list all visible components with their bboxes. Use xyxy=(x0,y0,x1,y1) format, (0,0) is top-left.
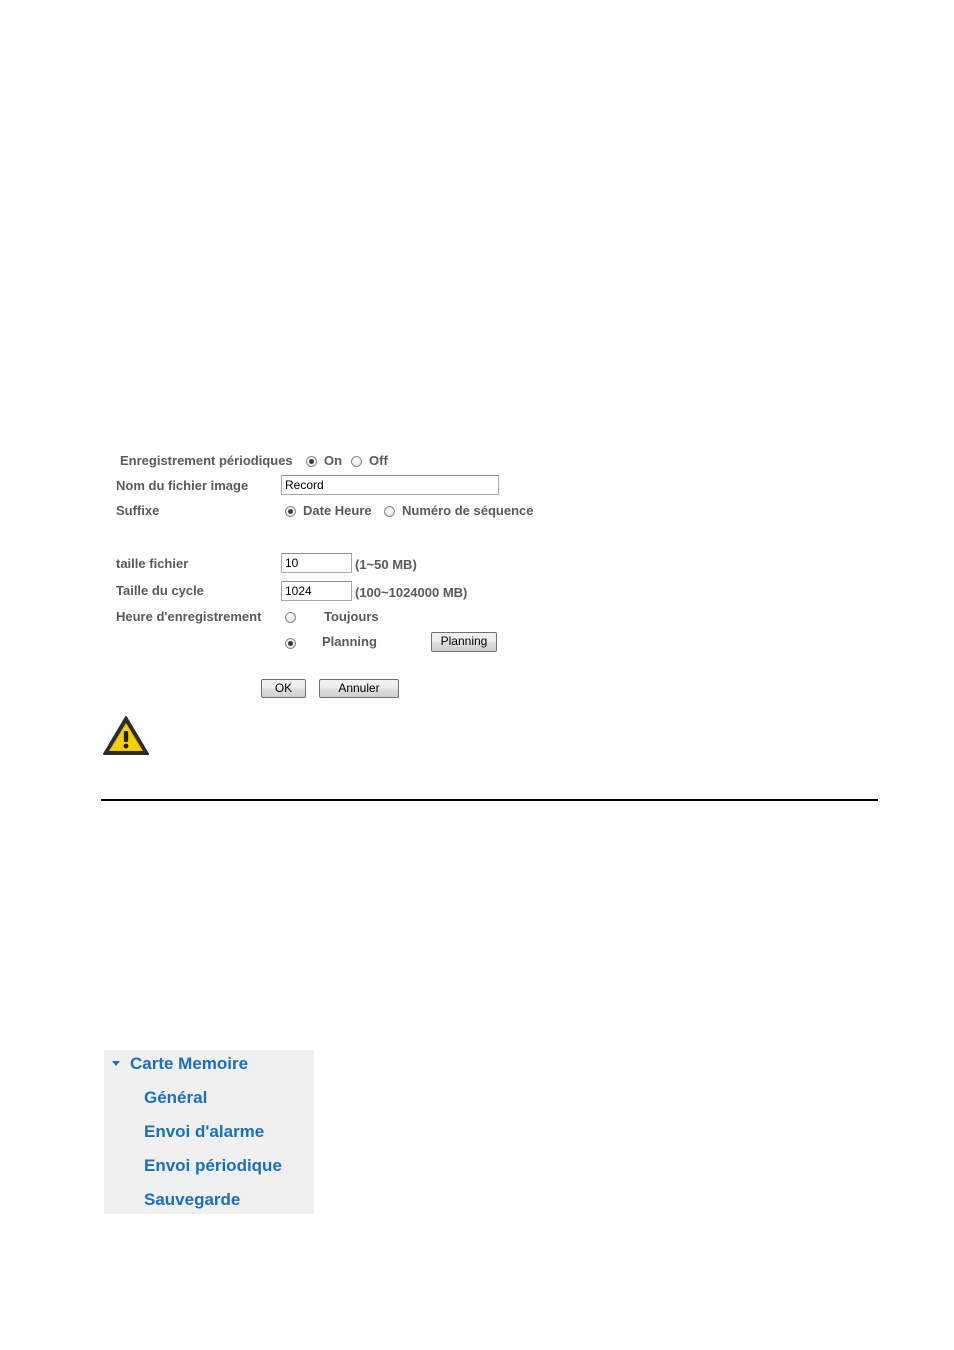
filename-input[interactable]: Record xyxy=(281,475,499,495)
periodic-off-label[interactable]: Off xyxy=(369,453,388,469)
cycle-size-range: (100~1024000 MB) xyxy=(355,585,468,600)
nav-item-general[interactable]: Général xyxy=(144,1088,207,1108)
filesize-input[interactable]: 10 xyxy=(281,553,352,573)
suffix-date-label[interactable]: Date Heure xyxy=(303,503,372,519)
cycle-size-input[interactable]: 1024 xyxy=(281,581,352,601)
periodic-on-radio[interactable] xyxy=(306,456,317,467)
recording-always-radio[interactable] xyxy=(285,612,296,623)
recording-planning-radio[interactable] xyxy=(285,638,296,649)
section-divider xyxy=(101,799,878,801)
filesize-range: (1~50 MB) xyxy=(355,557,417,572)
recording-always-label[interactable]: Toujours xyxy=(324,609,379,625)
radio-selected-dot xyxy=(309,459,314,464)
suffix-sequence-label[interactable]: Numéro de séquence xyxy=(402,503,534,519)
radio-selected-dot xyxy=(288,509,293,514)
cancel-button[interactable]: Annuler xyxy=(319,679,399,698)
recording-time-label: Heure d'enregistrement xyxy=(116,609,262,624)
periodic-recording-form: Enregistrement périodiques On Off Nom du… xyxy=(0,0,954,700)
chevron-down-icon[interactable] xyxy=(112,1061,120,1066)
filename-label: Nom du fichier image xyxy=(116,478,249,493)
suffix-date-radio[interactable] xyxy=(285,506,296,517)
nav-item-backup[interactable]: Sauvegarde xyxy=(144,1190,240,1210)
nav-item-alarm-send[interactable]: Envoi d'alarme xyxy=(144,1122,264,1142)
periodic-on-label[interactable]: On xyxy=(324,453,342,469)
periodic-off-radio[interactable] xyxy=(351,456,362,467)
ok-button[interactable]: OK xyxy=(261,679,306,698)
sidebar-nav-memory-card: Carte Memoire Général Envoi d'alarme Env… xyxy=(104,1050,314,1214)
cycle-size-label: Taille du cycle xyxy=(116,583,204,598)
recording-planning-label[interactable]: Planning xyxy=(322,634,377,650)
radio-selected-dot xyxy=(288,641,293,646)
periodic-recording-label: Enregistrement périodiques xyxy=(120,453,293,468)
warning-triangle-icon xyxy=(103,716,149,755)
planning-button[interactable]: Planning xyxy=(431,632,497,652)
suffix-sequence-radio[interactable] xyxy=(384,506,395,517)
nav-section-memory-card[interactable]: Carte Memoire xyxy=(130,1054,248,1074)
nav-item-periodic-send[interactable]: Envoi périodique xyxy=(144,1156,282,1176)
suffix-label: Suffixe xyxy=(116,503,160,518)
filesize-label: taille fichier xyxy=(116,556,189,571)
